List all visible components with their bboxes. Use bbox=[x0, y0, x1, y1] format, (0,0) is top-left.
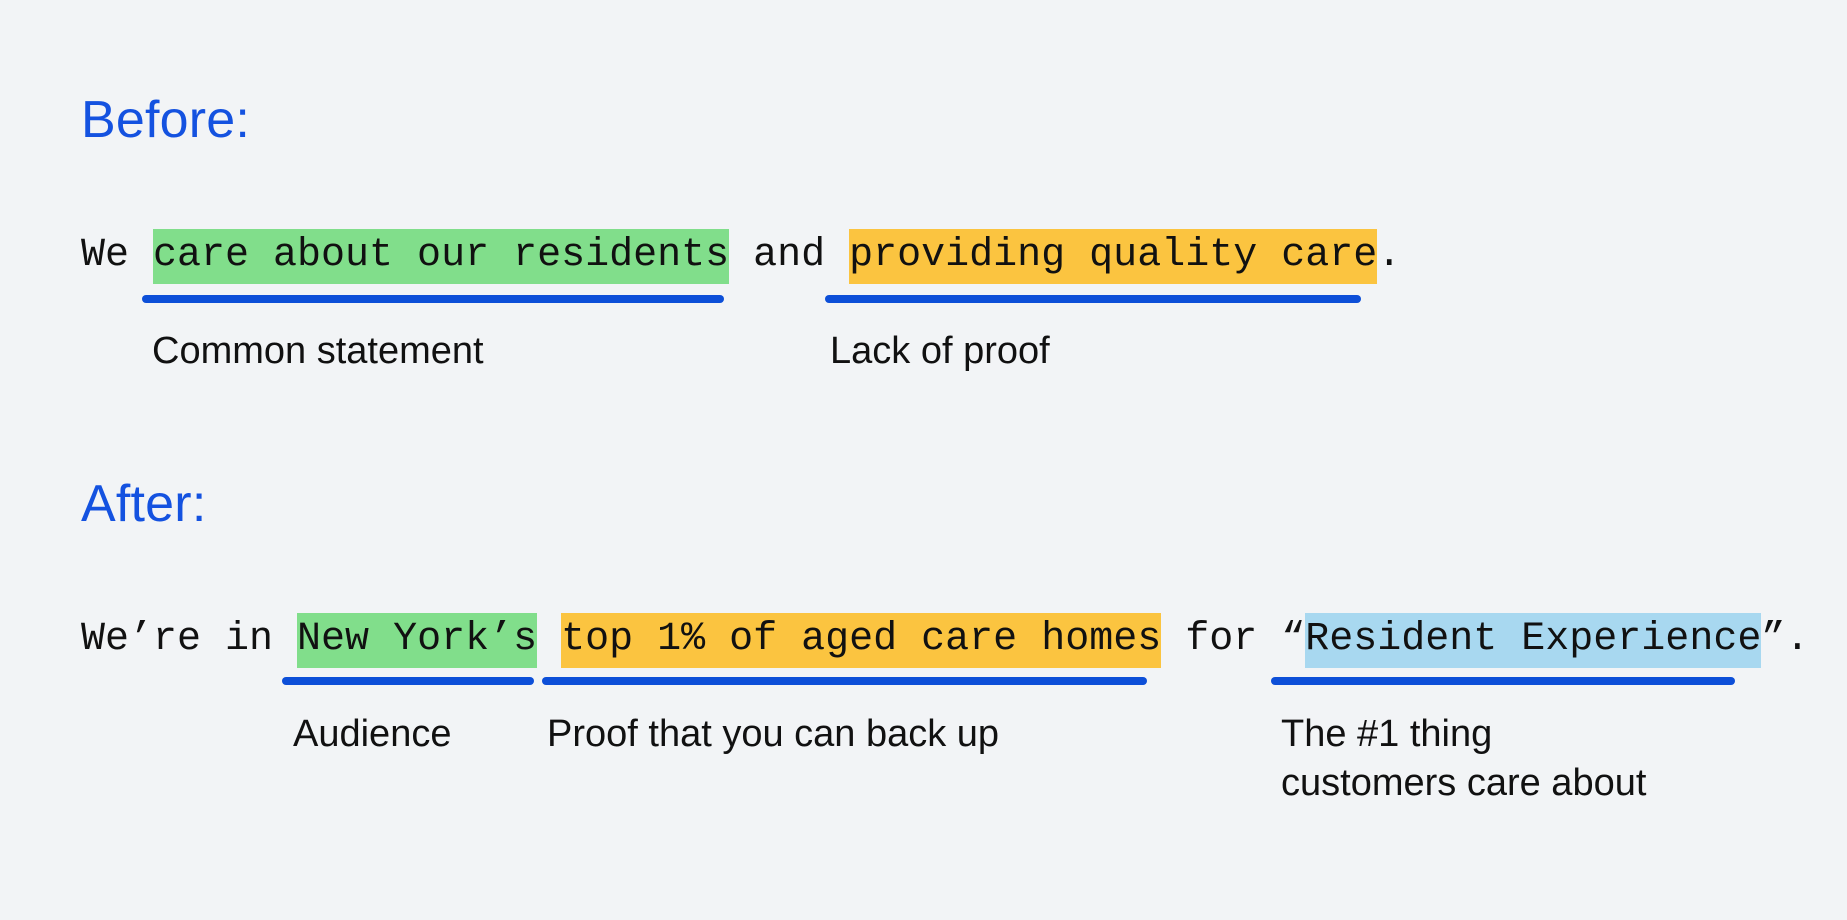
before-trail-text: . bbox=[1377, 233, 1402, 278]
after-lead-text: We’re in bbox=[81, 617, 298, 662]
before-middle-text: and bbox=[729, 233, 850, 278]
section-heading-before: Before: bbox=[81, 91, 251, 149]
after-caption-proof: Proof that you can back up bbox=[547, 713, 1000, 755]
slide-canvas: Before: We care about our residents and … bbox=[0, 0, 1847, 920]
after-highlight-orange: top 1% of aged care homes bbox=[561, 613, 1162, 668]
before-highlight-orange: providing quality care bbox=[849, 229, 1378, 284]
after-underline-blue bbox=[1271, 677, 1735, 685]
before-lead-text: We bbox=[81, 233, 154, 278]
after-middle-text: for “ bbox=[1161, 617, 1306, 662]
section-heading-after: After: bbox=[81, 475, 207, 533]
after-gap-text bbox=[537, 617, 561, 662]
after-caption-number-one-thing: The #1 thing customers care about bbox=[1281, 713, 1647, 804]
before-sentence: We care about our residents and providin… bbox=[81, 229, 1402, 284]
after-highlight-green: New York’s bbox=[297, 613, 538, 668]
after-underline-orange bbox=[542, 677, 1147, 685]
after-highlight-blue: Resident Experience bbox=[1305, 613, 1762, 668]
before-caption-common-statement: Common statement bbox=[152, 330, 484, 372]
before-caption-lack-of-proof: Lack of proof bbox=[830, 330, 1050, 372]
before-underline-orange bbox=[825, 295, 1361, 303]
before-highlight-green: care about our residents bbox=[153, 229, 730, 284]
before-underline-green bbox=[142, 295, 724, 303]
after-sentence: We’re in New York’s top 1% of aged care … bbox=[81, 613, 1810, 668]
after-caption-audience: Audience bbox=[293, 713, 452, 755]
after-underline-green bbox=[282, 677, 534, 685]
after-trail-text: ”. bbox=[1761, 617, 1810, 662]
